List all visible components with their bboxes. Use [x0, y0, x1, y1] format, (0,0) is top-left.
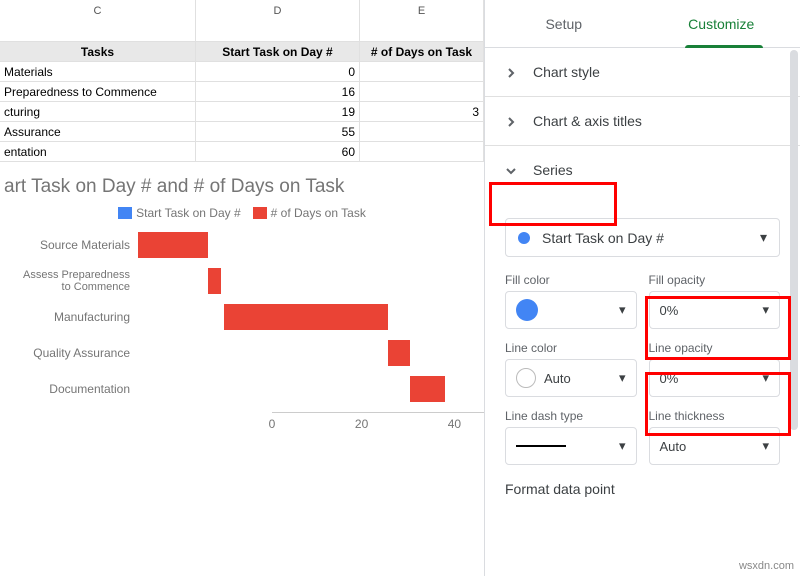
field-value: 0% [660, 371, 679, 386]
y-label: Source Materials [12, 238, 138, 252]
chart-title: art Task on Day # and # of Days on Task [4, 176, 480, 198]
caret-down-icon: ▾ [762, 438, 769, 454]
chart-editor-sidebar: Setup Customize Chart style Chart & axis… [484, 0, 800, 576]
y-label: Quality Assurance [12, 346, 138, 360]
empty-row[interactable] [0, 22, 484, 42]
line-thickness-field: Line thickness Auto ▾ [649, 409, 781, 465]
col-header-e[interactable]: E [360, 0, 484, 22]
line-opacity-select[interactable]: 0% ▾ [649, 359, 781, 397]
series-selector[interactable]: Start Task on Day # ▾ [505, 218, 780, 257]
fill-color-swatch [516, 299, 538, 321]
x-tick: 0 [269, 417, 276, 431]
line-dash-field: Line dash type ▾ [505, 409, 637, 465]
field-label: Fill color [505, 273, 637, 287]
line-color-select[interactable]: Auto ▾ [505, 359, 637, 397]
caret-down-icon: ▾ [619, 302, 626, 318]
field-value: Auto [544, 371, 571, 386]
section-label: Chart & axis titles [533, 113, 642, 129]
embedded-chart[interactable]: art Task on Day # and # of Days on Task … [0, 172, 484, 536]
sidebar-scrollbar[interactable] [790, 50, 798, 430]
caret-down-icon: ▾ [619, 438, 626, 454]
table-row[interactable]: Materials 0 [0, 62, 484, 82]
legend-label-b: # of Days on Task [271, 206, 366, 220]
col-header-d[interactable]: D [196, 0, 360, 22]
fill-color-select[interactable]: ▾ [505, 291, 637, 329]
series-panel: Start Task on Day # ▾ Fill color ▾ Fill … [485, 194, 800, 513]
section-label: Chart style [533, 64, 600, 80]
fill-opacity-select[interactable]: 0% ▾ [649, 291, 781, 329]
caret-down-icon: ▾ [762, 370, 769, 386]
legend-label-a: Start Task on Day # [136, 206, 241, 220]
table-row[interactable]: Assurance 55 [0, 122, 484, 142]
chevron-right-icon [505, 115, 517, 127]
chart-legend: Start Task on Day # # of Days on Task [4, 206, 480, 220]
x-tick: 20 [355, 417, 368, 431]
series-selected-label: Start Task on Day # [542, 230, 664, 246]
field-label: Line opacity [649, 341, 781, 355]
field-value: 0% [660, 303, 679, 318]
bar-chart-body: Source Materials Assess Preparedness to … [4, 232, 480, 532]
fill-color-field: Fill color ▾ [505, 273, 637, 329]
fill-opacity-field: Fill opacity 0% ▾ [649, 273, 781, 329]
auto-color-icon [516, 368, 536, 388]
section-label: Series [533, 162, 573, 178]
line-opacity-field: Line opacity 0% ▾ [649, 341, 781, 397]
section-chart-axis-titles[interactable]: Chart & axis titles [485, 97, 800, 146]
section-chart-style[interactable]: Chart style [485, 48, 800, 97]
x-tick: 40 [448, 417, 461, 431]
sidebar-tabs: Setup Customize [485, 0, 800, 48]
field-value: Auto [660, 439, 687, 454]
y-label: Manufacturing [12, 310, 138, 324]
series-color-icon [518, 232, 530, 244]
tab-underline [685, 45, 763, 48]
header-tasks[interactable]: Tasks [0, 42, 196, 62]
column-headers: C D E [0, 0, 484, 22]
tab-customize[interactable]: Customize [643, 0, 800, 47]
watermark: wsxdn.com [739, 560, 794, 572]
legend-swatch-b [253, 207, 267, 219]
table-header-row[interactable]: Tasks Start Task on Day # # of Days on T… [0, 42, 484, 62]
line-dash-select[interactable]: ▾ [505, 427, 637, 465]
y-label: Assess Preparedness to Commence [12, 269, 138, 293]
line-thickness-select[interactable]: Auto ▾ [649, 427, 781, 465]
field-label: Line dash type [505, 409, 637, 423]
header-daysontask[interactable]: # of Days on Task [360, 42, 484, 62]
table-row[interactable]: entation 60 [0, 142, 484, 162]
caret-down-icon: ▾ [760, 229, 767, 246]
col-header-c[interactable]: C [0, 0, 196, 22]
table-row[interactable]: cturing 19 3 [0, 102, 484, 122]
legend-swatch-a [118, 207, 132, 219]
field-label: Line thickness [649, 409, 781, 423]
tab-setup[interactable]: Setup [485, 0, 643, 47]
chevron-down-icon [505, 164, 517, 176]
y-label: Documentation [12, 382, 138, 396]
caret-down-icon: ▾ [762, 302, 769, 318]
table-row[interactable]: Preparedness to Commence 16 [0, 82, 484, 102]
field-label: Line color [505, 341, 637, 355]
format-data-point-link[interactable]: Format data point [501, 481, 784, 497]
line-color-field: Line color Auto ▾ [505, 341, 637, 397]
spreadsheet-area: C D E Tasks Start Task on Day # # of Day… [0, 0, 484, 576]
section-series[interactable]: Series [485, 146, 800, 194]
solid-line-icon [516, 445, 566, 447]
field-label: Fill opacity [649, 273, 781, 287]
header-startday[interactable]: Start Task on Day # [196, 42, 360, 62]
x-axis: 0 20 40 60 [272, 412, 484, 413]
caret-down-icon: ▾ [619, 370, 626, 386]
chevron-right-icon [505, 66, 517, 78]
